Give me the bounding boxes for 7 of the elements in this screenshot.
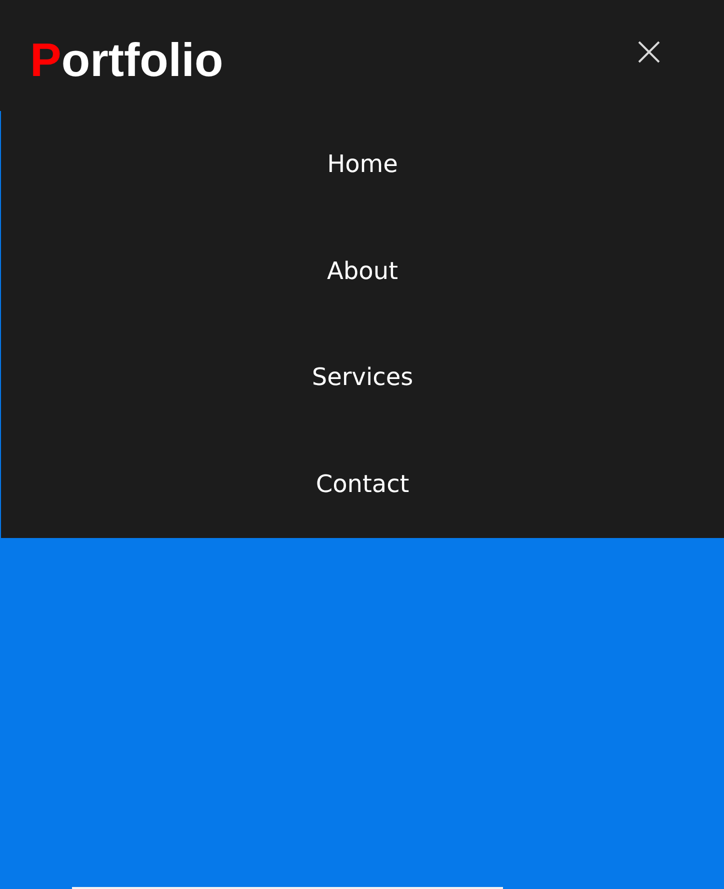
logo[interactable]: Portfolio bbox=[30, 36, 224, 83]
nav-link[interactable]: About bbox=[327, 256, 398, 286]
nav-link[interactable]: Home bbox=[327, 150, 398, 179]
close-icon bbox=[638, 40, 660, 62]
nav-link[interactable]: Contact bbox=[316, 470, 410, 500]
close-button[interactable] bbox=[638, 40, 660, 62]
nav-link[interactable]: Services bbox=[312, 363, 414, 392]
